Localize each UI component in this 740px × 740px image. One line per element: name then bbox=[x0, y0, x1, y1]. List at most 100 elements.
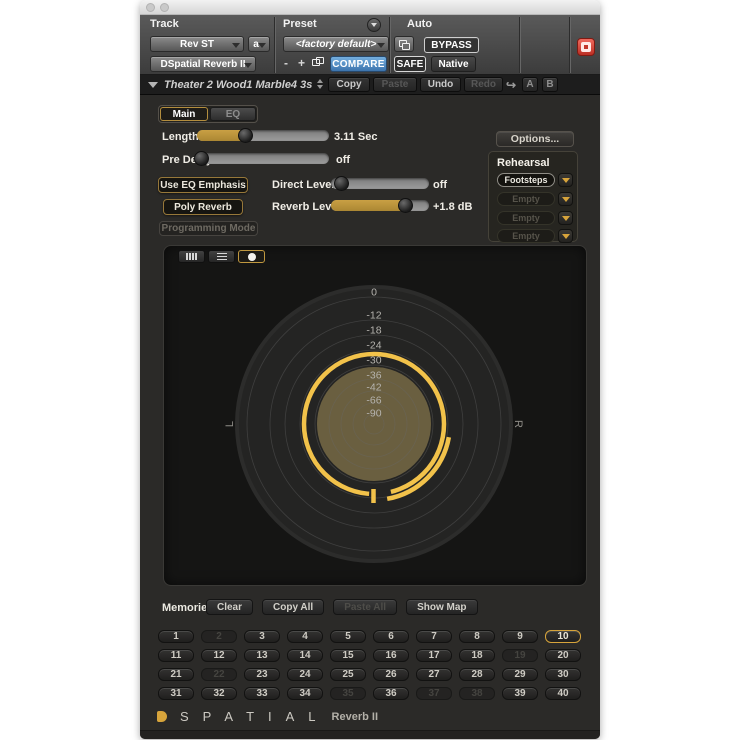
native-button[interactable]: Native bbox=[431, 56, 476, 72]
memory-slot-27[interactable]: 27 bbox=[416, 668, 452, 681]
memory-slot-9[interactable]: 9 bbox=[502, 630, 538, 643]
preset-decrement-button[interactable]: - bbox=[284, 56, 288, 70]
memory-slot-21[interactable]: 21 bbox=[158, 668, 194, 681]
radar-db-label: -30 bbox=[366, 355, 381, 367]
use-eq-emphasis-button[interactable]: Use EQ Emphasis bbox=[158, 177, 248, 193]
rehearsal-slot-3[interactable]: Empty bbox=[497, 211, 555, 225]
preset-librarian-button[interactable] bbox=[312, 57, 326, 69]
direct-level-slider[interactable] bbox=[331, 178, 429, 189]
memory-slot-30[interactable]: 30 bbox=[545, 668, 581, 681]
memory-slot-17[interactable]: 17 bbox=[416, 649, 452, 662]
rehearsal-slot-2[interactable]: Empty bbox=[497, 192, 555, 206]
memory-slot-38[interactable]: 38 bbox=[459, 687, 495, 700]
direct-level-slider-thumb[interactable] bbox=[334, 176, 349, 191]
rehearsal-slot-1[interactable]: Footsteps bbox=[497, 173, 555, 187]
plugin-selector-label: DSpatial Reverb II bbox=[160, 59, 245, 70]
window-minimize-button[interactable] bbox=[160, 3, 169, 12]
memory-slot-13[interactable]: 13 bbox=[244, 649, 280, 662]
options-button[interactable]: Options... bbox=[496, 131, 574, 147]
titlebar[interactable] bbox=[140, 0, 600, 15]
memory-slot-15[interactable]: 15 bbox=[330, 649, 366, 662]
memory-slot-5[interactable]: 5 bbox=[330, 630, 366, 643]
reverb-radar-display[interactable]: 0-12-18-24-30-36-42-66-90LR bbox=[164, 246, 587, 586]
redo-button[interactable]: Redo bbox=[464, 77, 503, 92]
current-preset-name[interactable]: Theater 2 Wood1 Marble4 3s bbox=[164, 79, 312, 91]
memory-slot-26[interactable]: 26 bbox=[373, 668, 409, 681]
rehearsal-slot-4[interactable]: Empty bbox=[497, 229, 555, 243]
memory-slot-19[interactable]: 19 bbox=[502, 649, 538, 662]
ab-slot-a-button[interactable]: A bbox=[522, 77, 538, 92]
preset-expand-icon[interactable] bbox=[148, 82, 158, 88]
plugin-header: Track Preset Auto Rev ST a <factory defa… bbox=[140, 15, 600, 75]
memory-slot-4[interactable]: 4 bbox=[287, 630, 323, 643]
memory-slot-32[interactable]: 32 bbox=[201, 687, 237, 700]
rehearsal-slot-4-menu-button[interactable] bbox=[558, 229, 573, 243]
preset-menu-button[interactable] bbox=[367, 18, 381, 32]
revert-icon[interactable]: ↪ bbox=[506, 78, 516, 92]
ab-slot-b-button[interactable]: B bbox=[542, 77, 558, 92]
show-map-button[interactable]: Show Map bbox=[406, 599, 477, 615]
memory-slot-33[interactable]: 33 bbox=[244, 687, 280, 700]
tab-eq[interactable]: EQ bbox=[210, 107, 256, 121]
memory-slot-36[interactable]: 36 bbox=[373, 687, 409, 700]
memory-slot-23[interactable]: 23 bbox=[244, 668, 280, 681]
poly-reverb-button[interactable]: Poly Reverb bbox=[163, 199, 243, 215]
programming-mode-button[interactable]: Programming Mode bbox=[159, 221, 258, 236]
copy-button[interactable]: Copy bbox=[328, 77, 370, 92]
preset-selector[interactable]: <factory default> bbox=[283, 36, 389, 52]
memory-slot-6[interactable]: 6 bbox=[373, 630, 409, 643]
memory-slot-8[interactable]: 8 bbox=[459, 630, 495, 643]
undo-button[interactable]: Undo bbox=[420, 77, 461, 92]
rehearsal-slot-2-menu-button[interactable] bbox=[558, 192, 573, 206]
tab-main[interactable]: Main bbox=[160, 107, 208, 121]
view-mode-bars-vertical-button[interactable] bbox=[178, 250, 205, 263]
librarian-button[interactable] bbox=[394, 36, 414, 52]
automation-selector[interactable]: a bbox=[248, 36, 270, 52]
length-slider[interactable] bbox=[197, 130, 329, 141]
memory-slot-10[interactable]: 10 bbox=[545, 630, 581, 643]
length-slider-thumb[interactable] bbox=[238, 128, 253, 143]
clear-button[interactable]: Clear bbox=[206, 599, 253, 615]
memory-slot-39[interactable]: 39 bbox=[502, 687, 538, 700]
rehearsal-slot-1-menu-button[interactable] bbox=[558, 173, 573, 187]
track-selector[interactable]: Rev ST bbox=[150, 36, 244, 52]
compare-button[interactable]: COMPARE bbox=[330, 56, 387, 72]
pre-delay-slider[interactable] bbox=[197, 153, 329, 164]
plugin-selector[interactable]: DSpatial Reverb II bbox=[150, 56, 256, 72]
preset-spinner[interactable] bbox=[317, 79, 323, 89]
memory-slot-18[interactable]: 18 bbox=[459, 649, 495, 662]
memory-slot-25[interactable]: 25 bbox=[330, 668, 366, 681]
memory-slot-28[interactable]: 28 bbox=[459, 668, 495, 681]
memory-slot-29[interactable]: 29 bbox=[502, 668, 538, 681]
copy-all-button[interactable]: Copy All bbox=[262, 599, 324, 615]
reverb-level-slider[interactable] bbox=[331, 200, 429, 211]
preset-increment-button[interactable]: + bbox=[298, 56, 305, 70]
memory-slot-20[interactable]: 20 bbox=[545, 649, 581, 662]
pre-delay-slider-thumb[interactable] bbox=[194, 151, 209, 166]
memory-slot-24[interactable]: 24 bbox=[287, 668, 323, 681]
memory-slot-35[interactable]: 35 bbox=[330, 687, 366, 700]
memory-slot-2[interactable]: 2 bbox=[201, 630, 237, 643]
paste-all-button[interactable]: Paste All bbox=[333, 599, 397, 615]
memory-slot-3[interactable]: 3 bbox=[244, 630, 280, 643]
memory-slot-14[interactable]: 14 bbox=[287, 649, 323, 662]
safe-button[interactable]: SAFE bbox=[394, 56, 426, 72]
memory-slot-11[interactable]: 11 bbox=[158, 649, 194, 662]
memory-slot-7[interactable]: 7 bbox=[416, 630, 452, 643]
memory-slot-40[interactable]: 40 bbox=[545, 687, 581, 700]
memory-slot-22[interactable]: 22 bbox=[201, 668, 237, 681]
memory-slot-37[interactable]: 37 bbox=[416, 687, 452, 700]
view-mode-radar-button[interactable] bbox=[238, 250, 265, 263]
memory-slot-16[interactable]: 16 bbox=[373, 649, 409, 662]
memory-slot-31[interactable]: 31 bbox=[158, 687, 194, 700]
memory-slot-12[interactable]: 12 bbox=[201, 649, 237, 662]
memory-slot-34[interactable]: 34 bbox=[287, 687, 323, 700]
view-mode-bars-horizontal-button[interactable] bbox=[208, 250, 235, 263]
window-close-button[interactable] bbox=[146, 3, 155, 12]
target-button[interactable] bbox=[577, 38, 595, 56]
memory-slot-1[interactable]: 1 bbox=[158, 630, 194, 643]
paste-button[interactable]: Paste bbox=[373, 77, 417, 92]
reverb-level-slider-thumb[interactable] bbox=[398, 198, 413, 213]
bypass-button[interactable]: BYPASS bbox=[424, 37, 479, 53]
rehearsal-slot-3-menu-button[interactable] bbox=[558, 211, 573, 225]
